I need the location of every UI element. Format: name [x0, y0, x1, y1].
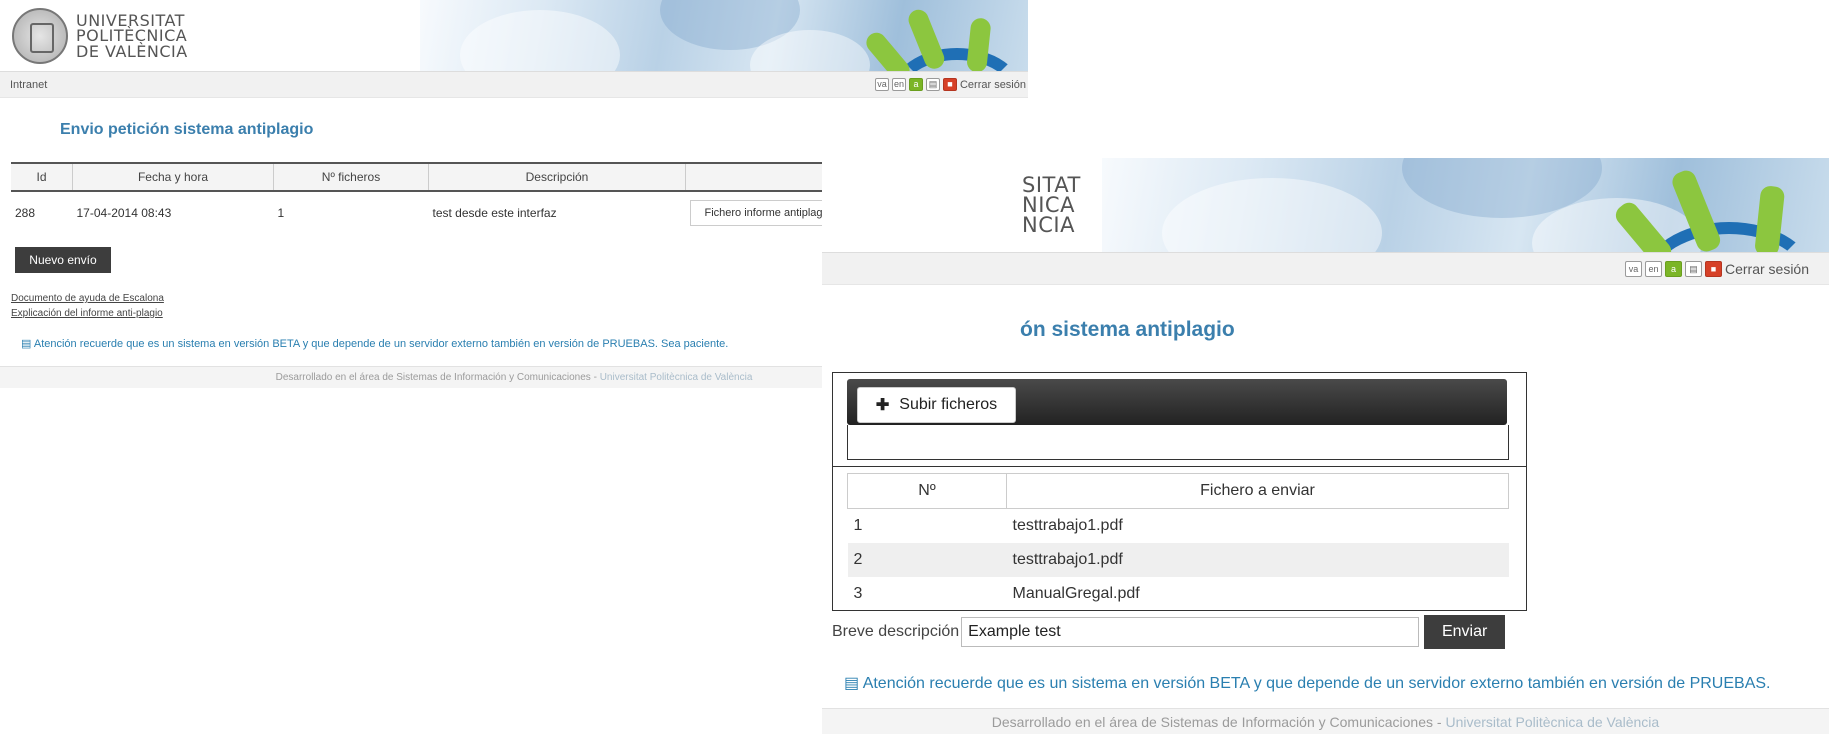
- table-row: 2 testtrabajo1.pdf: [847, 543, 1509, 577]
- cell-filename: testtrabajo1.pdf: [1006, 543, 1509, 577]
- send-button[interactable]: Enviar: [1424, 615, 1506, 649]
- column-header-number: Nº: [847, 473, 1007, 509]
- description-row: Breve descripción Enviar: [832, 614, 1506, 650]
- beta-notice: ▤ Atención recuerde que es un sistema en…: [21, 338, 729, 350]
- cell-filename: testtrabajo1.pdf: [1012, 517, 1123, 534]
- screenshot-panel-upload: SITAT NICA NCIA va en a ▤ ■ Cerrar sesió…: [822, 158, 1829, 734]
- table-row: 1 testtrabajo1.pdf: [848, 509, 1509, 544]
- cell-number: 1: [853, 517, 863, 534]
- info-icon: ▤: [21, 338, 32, 350]
- column-header-id: Id: [11, 162, 73, 192]
- upv-seal-icon: [12, 8, 68, 64]
- description-label: Breve descripción: [832, 623, 960, 640]
- cell-number: 2: [847, 543, 1007, 577]
- banner-photo: [420, 0, 1028, 71]
- lock-icon[interactable]: ■: [1704, 260, 1722, 277]
- footer-university-link[interactable]: Universitat Politècnica de València: [600, 372, 753, 383]
- files-list: Nº Fichero a enviar 1 testtrabajo1.pdf 2…: [832, 466, 1527, 611]
- upload-area: ✚ Subir ficheros: [832, 372, 1527, 467]
- breadcrumb-intranet[interactable]: Intranet: [10, 79, 47, 91]
- lang-va-icon[interactable]: va: [874, 78, 889, 91]
- upload-toolbar: ✚ Subir ficheros: [847, 379, 1507, 425]
- cell-files: 1: [277, 206, 285, 220]
- hand-logo-blue: [890, 48, 1024, 71]
- calendar-icon[interactable]: ▤: [1684, 260, 1702, 277]
- cell-number: 3: [853, 585, 863, 602]
- new-submission-button[interactable]: Nuevo envío: [15, 247, 111, 273]
- plus-icon: ✚: [875, 397, 890, 414]
- upload-dropzone[interactable]: [847, 425, 1509, 460]
- lock-icon[interactable]: ■: [942, 78, 957, 91]
- help-links: Documento de ayuda de Escalona Explicaci…: [11, 293, 164, 319]
- lang-va-icon[interactable]: va: [1624, 260, 1642, 277]
- header-banner: SITAT NICA NCIA: [822, 158, 1829, 252]
- cell-filename: ManualGregal.pdf: [1012, 585, 1140, 602]
- cell-description: test desde este interfaz: [432, 206, 557, 220]
- info-icon: ▤: [844, 675, 860, 692]
- calendar-icon[interactable]: ▤: [925, 78, 940, 91]
- footer: Desarrollado en el área de Sistemas de I…: [822, 708, 1829, 734]
- lang-en-icon[interactable]: en: [891, 78, 906, 91]
- cell-date: 17-04-2014 08:43: [76, 206, 172, 220]
- logout-link[interactable]: Cerrar sesión: [1725, 261, 1809, 277]
- files-table: Nº Fichero a enviar 1 testtrabajo1.pdf 2…: [847, 473, 1509, 611]
- hand-logo-finger: [862, 28, 914, 71]
- page-title: Envio petición sistema antiplagio: [60, 121, 314, 138]
- beta-notice: ▤ Atención recuerde que es un sistema en…: [844, 675, 1771, 692]
- page-title: ón sistema antiplagio: [1020, 318, 1235, 341]
- upv-logo: UNIVERSITAT POLITÈCNICA DE VALÈNCIA: [12, 8, 188, 64]
- header-banner: UNIVERSITAT POLITÈCNICA DE VALÈNCIA: [0, 0, 1028, 71]
- lang-es-icon[interactable]: a: [908, 78, 923, 91]
- help-document-link[interactable]: Documento de ayuda de Escalona: [11, 293, 164, 304]
- column-header-files: Nº ficheros: [273, 162, 429, 192]
- lang-en-icon[interactable]: en: [1644, 260, 1662, 277]
- description-input[interactable]: [961, 617, 1420, 647]
- table-row: 3 ManualGregal.pdf: [848, 577, 1509, 611]
- top-toolbar: va en a ▤ ■ Cerrar sesión: [822, 252, 1829, 285]
- column-header-date: Fecha y hora: [72, 162, 274, 192]
- upv-logo-text: UNIVERSITAT POLITÈCNICA DE VALÈNCIA: [76, 11, 188, 61]
- upv-logo-text-partial: SITAT NICA NCIA: [1022, 173, 1081, 237]
- column-header-file: Fichero a enviar: [1006, 473, 1509, 509]
- banner-photo: [1102, 158, 1829, 252]
- top-toolbar: Intranet va en a ▤ ■ Cerrar sesión: [0, 71, 1028, 98]
- column-header-description: Descripción: [428, 162, 686, 192]
- report-explanation-link[interactable]: Explicación del informe anti-plagio: [11, 308, 164, 319]
- cell-id: 288: [15, 206, 36, 220]
- lang-es-icon[interactable]: a: [1664, 260, 1682, 277]
- logout-link[interactable]: Cerrar sesión: [960, 79, 1026, 91]
- upload-files-button[interactable]: ✚ Subir ficheros: [857, 387, 1016, 423]
- footer-university-link[interactable]: Universitat Politècnica de València: [1445, 714, 1659, 730]
